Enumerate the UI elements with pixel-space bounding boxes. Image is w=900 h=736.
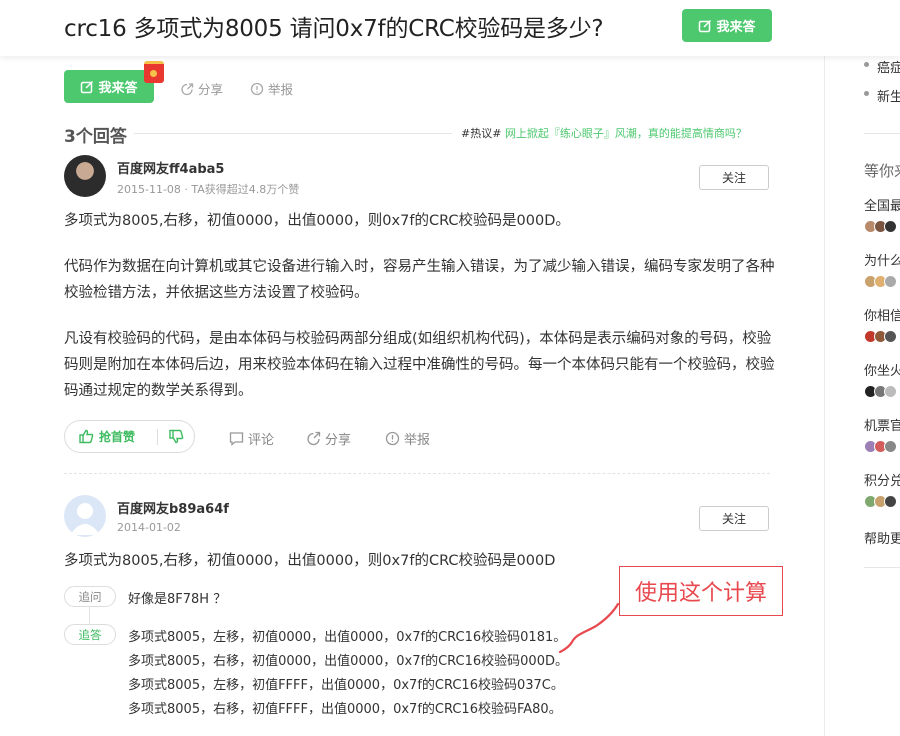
sidebar-top-item[interactable]: 新生 bbox=[877, 86, 900, 105]
sidebar-avatars bbox=[864, 495, 897, 508]
sidebar-bullet bbox=[864, 62, 869, 67]
sticky-header: crc16 多项式为8005 请问0x7f的CRC校验码是多少? 我来答 bbox=[0, 0, 900, 56]
answer-meta: 2015-11-08 · TA获得超过4.8万个赞 bbox=[117, 183, 300, 196]
edit-icon bbox=[699, 19, 712, 32]
sidebar-bullet bbox=[864, 91, 869, 96]
sidebar-question[interactable]: 你相信 bbox=[864, 305, 900, 324]
reply-line: 多项式8005，右移，初值0000，出值0000，0x7f的CRC16校验码00… bbox=[128, 654, 568, 669]
question-title: crc16 多项式为8005 请问0x7f的CRC校验码是多少? bbox=[64, 16, 604, 42]
thumbs-up-icon bbox=[79, 429, 94, 444]
sidebar-avatars bbox=[864, 440, 897, 453]
follow-button[interactable]: 关注 bbox=[699, 165, 769, 190]
follow-button[interactable]: 关注 bbox=[699, 506, 769, 531]
sidebar-avatars bbox=[864, 220, 897, 233]
reply-tag: 追答 bbox=[64, 624, 116, 645]
heading-divider bbox=[134, 133, 452, 134]
upvote-label: 抢首赞 bbox=[99, 430, 136, 444]
answer-paragraph: 多项式为8005,右移，初值0000，出值0000，则0x7f的CRC校验码是0… bbox=[64, 213, 570, 229]
upvote-button[interactable]: 抢首赞 bbox=[65, 428, 157, 445]
reply-line: 多项式8005，右移，初值FFFF，出值0000，0x7f的CRC16校验码FA… bbox=[128, 702, 562, 717]
answer-button[interactable]: 我来答 bbox=[64, 70, 154, 103]
answer-paragraph: 代码作为数据在向计算机或其它设备进行输入时，容易产生输入错误，为了减少输入错误，… bbox=[64, 259, 775, 301]
sidebar-avatars bbox=[864, 275, 897, 288]
header-answer-label: 我来答 bbox=[716, 20, 756, 35]
sidebar-divider bbox=[864, 567, 900, 568]
downvote-button[interactable] bbox=[158, 429, 194, 444]
edit-icon bbox=[81, 80, 94, 93]
report-label: 举报 bbox=[268, 82, 294, 97]
reply-line: 多项式8005，左移，初值FFFF，出值0000，0x7f的CRC16校验码03… bbox=[128, 678, 564, 693]
answer-report-label: 举报 bbox=[404, 433, 431, 448]
comment-icon bbox=[229, 432, 244, 446]
annotation-box: 使用这个计算 bbox=[619, 566, 783, 616]
sidebar-border bbox=[824, 56, 825, 736]
hot-topic[interactable]: #热议# 网上掀起『练心眼子』风潮，真的能提高情商吗？ bbox=[461, 125, 747, 141]
share-link[interactable]: 分享 bbox=[180, 79, 223, 98]
sidebar-help-link[interactable]: 帮助更 bbox=[864, 528, 900, 547]
followup-text: 好像是8F78H ？ bbox=[128, 592, 227, 607]
thumbs-down-icon bbox=[168, 429, 183, 444]
sidebar-question[interactable]: 为什么 bbox=[864, 250, 900, 269]
followup-connector bbox=[89, 607, 90, 624]
sidebar-divider bbox=[864, 133, 900, 134]
answer-share-label: 分享 bbox=[325, 433, 352, 448]
sidebar-question[interactable]: 全国最 bbox=[864, 195, 900, 214]
sidebar-question[interactable]: 你坐火 bbox=[864, 360, 900, 379]
vote-group: 抢首赞 bbox=[64, 420, 195, 453]
report-icon bbox=[385, 431, 400, 446]
answer-username[interactable]: 百度网友b89a64f bbox=[117, 498, 229, 517]
comment-label: 评论 bbox=[248, 433, 275, 448]
report-link[interactable]: 举报 bbox=[250, 79, 293, 98]
answer-divider bbox=[64, 473, 770, 474]
share-icon bbox=[181, 82, 194, 95]
reply-line: 多项式8005，左移，初值0000，出值0000，0x7f的CRC16校验码01… bbox=[128, 630, 567, 645]
answer-count: 3个回答 bbox=[64, 127, 127, 147]
sidebar-question[interactable]: 积分兑 bbox=[864, 470, 900, 489]
answer-report-link[interactable]: 举报 bbox=[385, 429, 430, 448]
answer-label: 我来答 bbox=[98, 81, 138, 96]
hot-tag: #热议# bbox=[461, 127, 502, 140]
answer-meta: 2014-01-02 bbox=[117, 521, 181, 534]
answer-username[interactable]: 百度网友ff4aba5 bbox=[117, 158, 224, 177]
comment-link[interactable]: 评论 bbox=[229, 429, 274, 448]
hot-topic-link[interactable]: 网上掀起『练心眼子』风潮，真的能提高情商吗？ bbox=[505, 127, 747, 140]
avatar[interactable] bbox=[64, 155, 106, 197]
answer-share-link[interactable]: 分享 bbox=[306, 429, 351, 448]
followup-tag: 追问 bbox=[64, 586, 116, 607]
sidebar-question[interactable]: 机票官 bbox=[864, 415, 900, 434]
answer-paragraph: 凡设有校验码的代码，是由本体码与校验码两部分组成(如组织机构代码)，本体码是表示… bbox=[64, 331, 775, 399]
red-envelope-icon[interactable] bbox=[144, 61, 164, 83]
sidebar-avatars bbox=[864, 385, 897, 398]
sidebar-avatars bbox=[864, 330, 897, 343]
annotation-curve bbox=[558, 602, 620, 654]
sidebar-top-item[interactable]: 癌症 bbox=[877, 57, 900, 76]
share-icon bbox=[307, 431, 321, 446]
default-avatar-icon bbox=[70, 503, 100, 535]
report-icon bbox=[250, 82, 264, 95]
header-answer-button[interactable]: 我来答 bbox=[682, 9, 772, 42]
share-label: 分享 bbox=[198, 82, 224, 97]
avatar[interactable] bbox=[64, 495, 106, 537]
sidebar-heading: 等你来 bbox=[864, 162, 900, 180]
